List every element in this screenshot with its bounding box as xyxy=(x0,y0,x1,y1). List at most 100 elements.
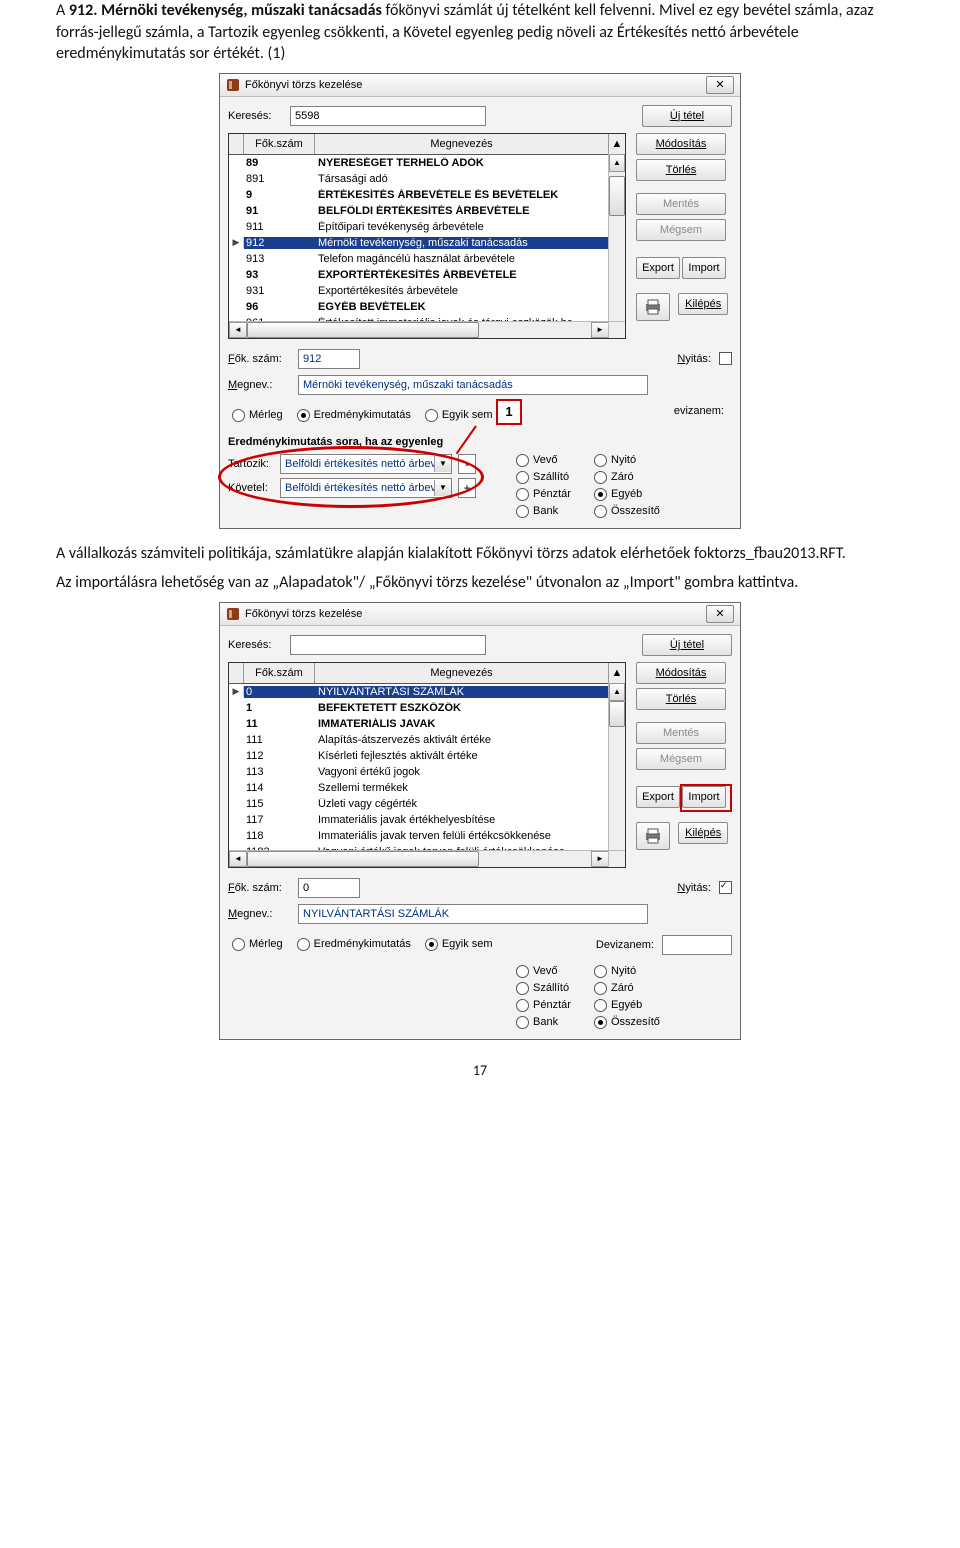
radio-egyik-sem[interactable]: Egyik sem xyxy=(425,938,493,951)
torles-button[interactable]: Törlés xyxy=(636,159,726,181)
horizontal-scrollbar[interactable]: ◄ ► xyxy=(229,850,609,867)
megnev-input[interactable]: NYILVÁNTARTÁSI SZÁMLÁK xyxy=(298,904,648,924)
fokonyvi-table[interactable]: Fők.szám Megnevezés ▲ 89NYERESÉGET TERHE… xyxy=(228,133,626,339)
table-row[interactable]: ▶0NYILVÁNTARTÁSI SZÁMLÁK xyxy=(229,684,625,700)
radio-szallito[interactable]: Szállító xyxy=(516,982,594,995)
table-row[interactable]: 11IMMATERIÁLIS JAVAK xyxy=(229,716,625,732)
radio-zaro[interactable]: Záró xyxy=(594,982,672,995)
radio-bank[interactable]: Bank xyxy=(516,1016,594,1029)
col-header-fokszam[interactable]: Fők.szám xyxy=(244,134,315,154)
table-row[interactable]: ▶912Mérnöki tevékenység, műszaki tanácsa… xyxy=(229,235,625,251)
kereses-input[interactable] xyxy=(290,635,486,655)
radio-bank[interactable]: Bank xyxy=(516,505,594,518)
table-row[interactable]: 112Kísérleti fejlesztés aktivált értéke xyxy=(229,748,625,764)
modositas-button[interactable]: Módosítás xyxy=(636,662,726,684)
scroll-up-icon[interactable]: ▲ xyxy=(609,663,625,683)
scroll-up-button[interactable]: ▲ xyxy=(609,683,625,701)
vertical-scrollbar[interactable]: ▲ xyxy=(608,154,625,322)
table-row[interactable]: 117Immateriális javak értékhelyesbítése xyxy=(229,812,625,828)
radio-nyito[interactable]: Nyitó xyxy=(594,454,672,467)
table-row[interactable]: 118Immateriális javak terven felüli érté… xyxy=(229,828,625,844)
table-row[interactable]: 9ÉRTÉKESÍTÉS ÁRBEVÉTELE ÉS BEVÉTELEK xyxy=(229,187,625,203)
radio-osszesito[interactable]: Összesítő xyxy=(594,505,672,518)
radio-egyeb[interactable]: Egyéb xyxy=(594,488,672,501)
radio-vevo[interactable]: Vevő xyxy=(516,454,594,467)
print-button[interactable] xyxy=(636,293,670,321)
radio-penztar[interactable]: Pénztár xyxy=(516,999,594,1012)
table-row[interactable]: 115Üzleti vagy cégérték xyxy=(229,796,625,812)
table-row[interactable]: 96EGYÉB BEVÉTELEK xyxy=(229,299,625,315)
megnev-label: Megnev.: xyxy=(228,379,290,391)
tartozik-select[interactable]: Belföldi értékesítés nettó árbevétele ▼ xyxy=(280,454,452,474)
radio-merleg[interactable]: Mérleg xyxy=(232,938,283,951)
scroll-right-button[interactable]: ► xyxy=(591,851,609,867)
scroll-thumb[interactable] xyxy=(609,176,625,216)
table-row[interactable]: 891Társasági adó xyxy=(229,171,625,187)
dialog-titlebar[interactable]: Főkönyvi törzs kezelése ✕ xyxy=(220,74,740,97)
table-row[interactable]: 114Szellemi termékek xyxy=(229,780,625,796)
torles-button[interactable]: Törlés xyxy=(636,688,726,710)
nyitas-checkbox[interactable] xyxy=(719,881,732,894)
table-row[interactable]: 913Telefon magáncélú használat árbevétel… xyxy=(229,251,625,267)
hscroll-thumb[interactable] xyxy=(247,322,479,338)
radio-szallito[interactable]: Szállító xyxy=(516,471,594,484)
col-header-megnevezes[interactable]: Megnevezés xyxy=(315,134,609,154)
mentes-button: Mentés xyxy=(636,722,726,744)
radio-vevo[interactable]: Vevő xyxy=(516,965,594,978)
section-title: Eredménykimutatás sora, ha az egyenleg xyxy=(228,436,732,448)
radio-eredmenykimutatas[interactable]: Eredménykimutatás xyxy=(297,409,411,422)
fokonyvi-table[interactable]: Fők.szám Megnevezés ▲ ▶0NYILVÁNTARTÁSI S… xyxy=(228,662,626,868)
dialog-titlebar[interactable]: Főkönyvi törzs kezelése ✕ xyxy=(220,603,740,626)
radio-osszesito[interactable]: Összesítő xyxy=(594,1016,672,1029)
radio-egyeb[interactable]: Egyéb xyxy=(594,999,672,1012)
scroll-right-button[interactable]: ► xyxy=(591,322,609,338)
table-row[interactable]: 111Alapítás-átszervezés aktivált értéke xyxy=(229,732,625,748)
nyitas-checkbox[interactable] xyxy=(719,352,732,365)
col-header-fokszam[interactable]: Fők.szám xyxy=(244,663,315,683)
scroll-up-button[interactable]: ▲ xyxy=(609,154,625,172)
radio-penztar[interactable]: Pénztár xyxy=(516,488,594,501)
fokszam-input[interactable]: 912 xyxy=(298,349,360,369)
import-button[interactable]: Import xyxy=(682,786,726,808)
export-button[interactable]: Export xyxy=(636,786,680,808)
devizanem-input[interactable] xyxy=(662,935,732,955)
radio-nyito[interactable]: Nyitó xyxy=(594,965,672,978)
dialog-fokonyvi-torzs-1: Főkönyvi törzs kezelése ✕ Keresés: 5598 … xyxy=(219,73,741,529)
hscroll-thumb[interactable] xyxy=(247,851,479,867)
export-button[interactable]: Export xyxy=(636,257,680,279)
uj-tetel-button[interactable]: Új tétel xyxy=(642,105,732,127)
print-button[interactable] xyxy=(636,822,670,850)
fokszam-input[interactable]: 0 xyxy=(298,878,360,898)
table-row[interactable]: 1BEFEKTETETT ESZKÖZÖK xyxy=(229,700,625,716)
uj-tetel-button[interactable]: Új tétel xyxy=(642,634,732,656)
col-header-megnevezes[interactable]: Megnevezés xyxy=(315,663,609,683)
kilepes-button[interactable]: Kilépés xyxy=(678,293,728,315)
megnev-input[interactable]: Mérnöki tevékenység, műszaki tanácsadás xyxy=(298,375,648,395)
kereses-input[interactable]: 5598 xyxy=(290,106,486,126)
radio-zaro[interactable]: Záró xyxy=(594,471,672,484)
table-row[interactable]: 911Építőipari tevékenység árbevétele xyxy=(229,219,625,235)
import-button[interactable]: Import xyxy=(682,257,726,279)
table-row[interactable]: 931Exportértékesítés árbevétele xyxy=(229,283,625,299)
radio-egyik-sem[interactable]: Egyik sem xyxy=(425,409,493,422)
horizontal-scrollbar[interactable]: ◄ ► xyxy=(229,321,609,338)
printer-icon xyxy=(644,828,662,844)
kereses-label: Keresés: xyxy=(228,110,282,122)
scroll-left-button[interactable]: ◄ xyxy=(229,322,247,338)
close-button[interactable]: ✕ xyxy=(706,76,734,94)
modositas-button[interactable]: Módosítás xyxy=(636,133,726,155)
scroll-left-button[interactable]: ◄ xyxy=(229,851,247,867)
kilepes-button[interactable]: Kilépés xyxy=(678,822,728,844)
vertical-scrollbar[interactable]: ▲ xyxy=(608,683,625,851)
close-button[interactable]: ✕ xyxy=(706,605,734,623)
scroll-up-icon[interactable]: ▲ xyxy=(609,134,625,154)
dialog-title: Főkönyvi törzs kezelése xyxy=(245,79,706,91)
table-row[interactable]: 89NYERESÉGET TERHELŐ ADÓK xyxy=(229,155,625,171)
table-row[interactable]: 113Vagyoni értékű jogok xyxy=(229,764,625,780)
scroll-thumb[interactable] xyxy=(609,701,625,727)
kovetel-select[interactable]: Belföldi értékesítés nettó árbevétele ▼ xyxy=(280,478,452,498)
radio-eredmenykimutatas[interactable]: Eredménykimutatás xyxy=(297,938,411,951)
table-row[interactable]: 93EXPORTÉRTÉKESÍTÉS ÁRBEVÉTELE xyxy=(229,267,625,283)
table-row[interactable]: 91BELFÖLDI ÉRTÉKESÍTÉS ÁRBEVÉTELE xyxy=(229,203,625,219)
radio-merleg[interactable]: Mérleg xyxy=(232,409,283,422)
